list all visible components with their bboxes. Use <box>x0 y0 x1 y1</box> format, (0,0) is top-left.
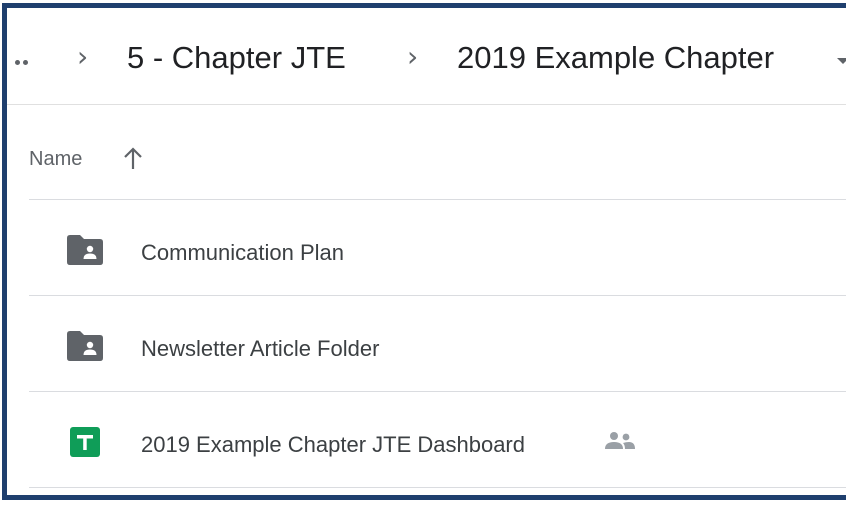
breadcrumb: › 5 - Chapter JTE › 2019 Example Chapter <box>7 8 846 105</box>
name-column-header[interactable]: Name <box>29 148 82 171</box>
breadcrumb-more-icon[interactable] <box>15 52 31 68</box>
google-sheets-icon <box>69 426 101 463</box>
list-item[interactable]: 2019 Example Chapter JTE Dashboard <box>29 392 846 488</box>
list-item[interactable]: Newsletter Article Folder <box>29 296 846 392</box>
chevron-right-icon: › <box>77 40 89 73</box>
list-item[interactable]: Communication Plan <box>29 200 846 296</box>
item-name[interactable]: 2019 Example Chapter JTE Dashboard <box>141 432 525 458</box>
drive-window: › 5 - Chapter JTE › 2019 Example Chapter… <box>2 3 846 500</box>
folder-menu-caret-icon[interactable] <box>837 58 846 64</box>
shared-people-icon <box>603 430 637 457</box>
breadcrumb-item-chapter-jte[interactable]: 5 - Chapter JTE <box>127 40 346 76</box>
arrow-up-icon[interactable] <box>121 146 145 177</box>
chevron-right-icon: › <box>407 40 419 73</box>
item-name[interactable]: Newsletter Article Folder <box>141 336 379 362</box>
shared-folder-icon <box>65 234 105 271</box>
shared-folder-icon <box>65 330 105 367</box>
breadcrumb-item-current-folder[interactable]: 2019 Example Chapter <box>457 40 774 76</box>
list-header: Name <box>29 104 846 200</box>
item-name[interactable]: Communication Plan <box>141 240 344 266</box>
